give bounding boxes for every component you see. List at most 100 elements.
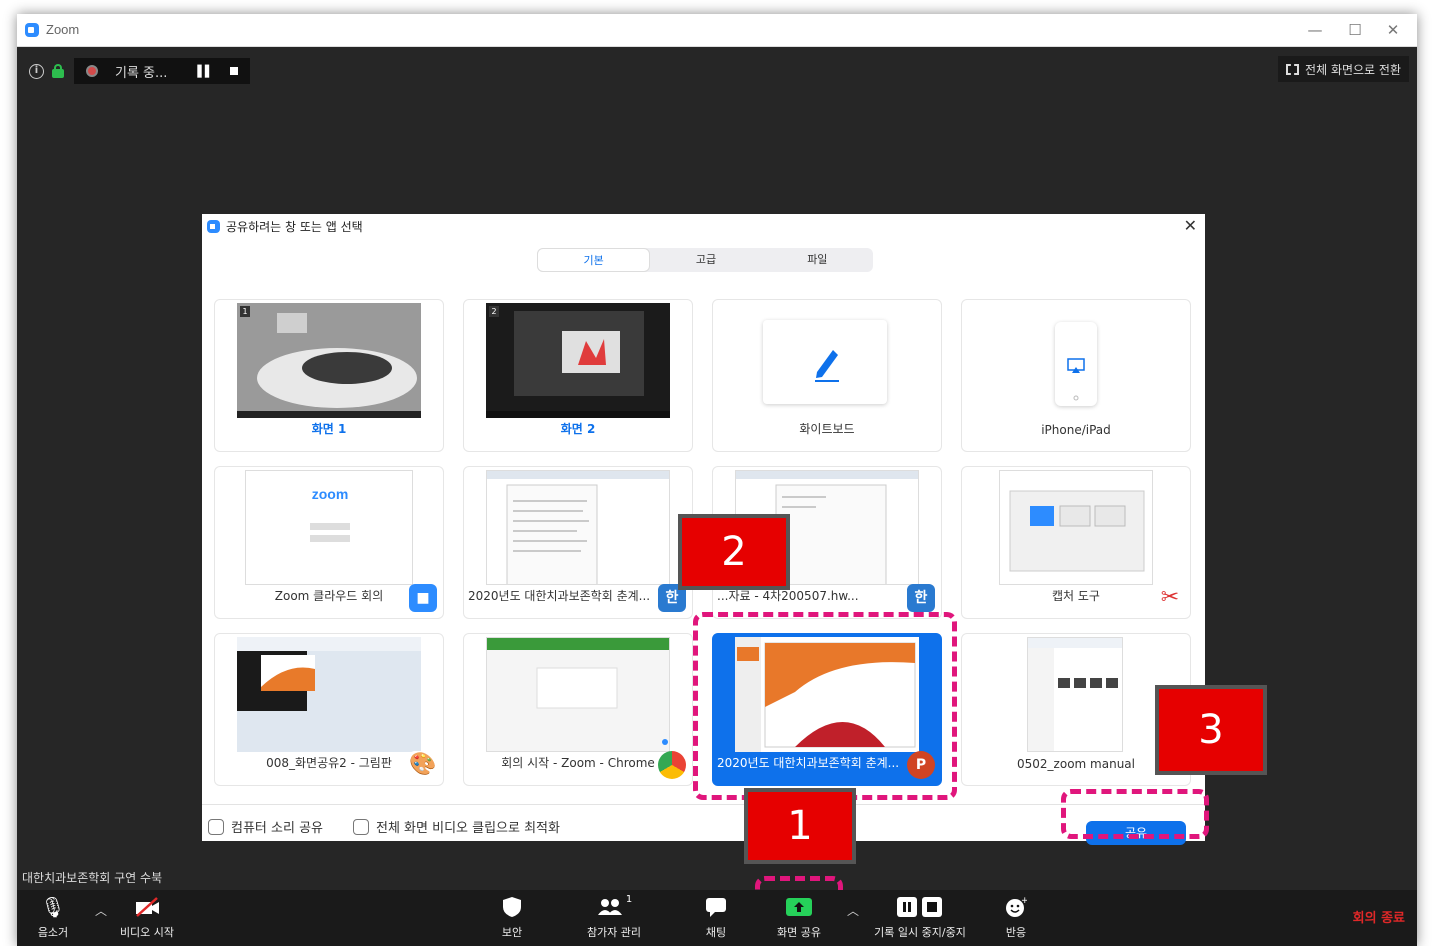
tile-label: iPhone/iPad <box>1041 423 1111 437</box>
tile-label: 화면 2 <box>560 422 596 436</box>
paint-window-image <box>237 637 421 752</box>
sink-cat-image <box>237 303 421 418</box>
reactions-label: 반응 <box>1005 926 1027 939</box>
chrome-app-icon <box>658 751 686 779</box>
paint-thumbnail <box>237 637 421 752</box>
meeting-status-bar: i 기록 중... ▌▌ <box>29 58 250 84</box>
svg-text:zoom: zoom <box>312 486 349 502</box>
screen-number-badge: 1 <box>240 306 250 317</box>
optimize-video-checkbox[interactable]: 전체 화면 비디오 클립으로 최적화 <box>353 817 560 836</box>
start-video-button[interactable]: 비디오 시작 <box>115 894 179 940</box>
recording-dot-icon <box>86 65 98 77</box>
hwp-app-icon: 한 <box>907 584 935 612</box>
share-tabs: 기본 고급 파일 <box>537 248 873 272</box>
iphone-thumbnail <box>1055 322 1097 406</box>
pause-recording-icon[interactable]: ▌▌ <box>197 65 213 78</box>
share-tile-zoom-cloud[interactable]: zoom Zoom 클라우드 회의 ■ <box>214 466 444 619</box>
share-tile-whiteboard[interactable]: 화이트보드 <box>712 299 942 452</box>
tab-basic[interactable]: 기본 <box>537 248 651 272</box>
share-tile-hwp-doc-1[interactable]: 2020년도 대한치과보존학회 춘계... 한 <box>463 466 693 619</box>
security-button[interactable]: 보안 <box>495 894 529 940</box>
window-title: Zoom <box>46 22 80 37</box>
share-options-chevron-icon[interactable]: ︿ <box>847 902 859 919</box>
pause-stop-icon <box>869 894 971 920</box>
smiley-icon: + <box>1001 894 1031 920</box>
highlight-selected-window <box>693 612 957 800</box>
explorer-window-image <box>1028 638 1122 751</box>
zoom-app-icon: ■ <box>409 584 437 612</box>
share-tile-chrome[interactable]: 회의 시작 - Zoom - Chrome <box>463 633 693 786</box>
share-tile-screen-1[interactable]: 1 화면 1 <box>214 299 444 452</box>
share-tile-iphone-ipad[interactable]: iPhone/iPad <box>961 299 1191 452</box>
checkbox-icon[interactable] <box>208 818 224 835</box>
mute-button[interactable]: 🎙 음소거 <box>31 894 75 940</box>
tab-files[interactable]: 파일 <box>762 248 873 272</box>
callout-2: 2 <box>682 518 786 586</box>
info-icon[interactable]: i <box>29 63 44 79</box>
zoom-window-thumbnail: zoom <box>245 470 413 585</box>
video-off-icon <box>115 894 179 920</box>
fullscreen-button[interactable]: 전체 화면으로 전환 <box>1278 56 1409 82</box>
share-tile-screen-2[interactable]: 2 화면 2 <box>463 299 693 452</box>
tile-label: 화이트보드 <box>799 422 855 436</box>
folder-thumbnail <box>1027 637 1123 752</box>
lock-icon[interactable] <box>52 64 64 78</box>
kacd-slide-image <box>486 303 670 418</box>
share-audio-checkbox[interactable]: 컴퓨터 소리 공유 <box>208 817 323 836</box>
tab-advanced[interactable]: 고급 <box>650 248 761 272</box>
callout-3: 3 <box>1159 689 1263 771</box>
whiteboard-thumbnail <box>763 320 887 404</box>
snipping-window-image <box>1009 490 1145 572</box>
share-tile-paint[interactable]: 008_화면공유2 - 그림판 🎨 <box>214 633 444 786</box>
tile-label: 0502_zoom manual <box>1017 757 1135 771</box>
security-label: 보안 <box>501 926 523 939</box>
svg-text:+: + <box>1021 896 1027 906</box>
fullscreen-icon <box>1286 63 1300 75</box>
participants-count: 1 <box>625 893 633 905</box>
chrome-window-image <box>487 638 669 751</box>
dialog-footer: 컴퓨터 소리 공유 전체 화면 비디오 클립으로 최적화 <box>202 804 1205 836</box>
pause-stop-recording-button[interactable]: 기록 일시 중지/중지 <box>869 894 971 940</box>
mute-label: 음소거 <box>37 926 69 939</box>
minimize-icon[interactable]: — <box>1297 18 1333 42</box>
share-screen-button[interactable]: 화면 공유 <box>771 894 827 940</box>
maximize-icon[interactable]: ☐ <box>1337 18 1373 42</box>
hwp-doc-thumbnail <box>486 470 670 585</box>
end-meeting-button[interactable]: 회의 종료 <box>1353 907 1405 926</box>
recording-text: 기록 중... <box>115 65 168 81</box>
close-icon[interactable]: ✕ <box>1375 18 1411 42</box>
chat-label: 채팅 <box>705 926 727 939</box>
record-label: 기록 일시 중지/중지 <box>874 926 966 939</box>
microphone-icon: 🎙 <box>40 895 66 919</box>
share-tile-snipping-tool[interactable]: 캡처 도구 ✂ <box>961 466 1191 619</box>
meeting-toolbar: 🎙 음소거 ︿ 비디오 시작 보안 1 참가자 관리 채팅 화면 공유 ︿ 기록… <box>17 890 1417 946</box>
zoom-window: Zoom — ☐ ✕ i 기록 중... ▌▌ 전체 화면으로 전환 공유하려는… <box>17 14 1417 946</box>
share-screen-label: 화면 공유 <box>777 926 821 939</box>
video-label: 비디오 시작 <box>119 926 175 939</box>
tile-label: 2020년도 대한치과보존학회 춘계... <box>468 589 651 603</box>
paint-app-icon: 🎨 <box>409 751 437 779</box>
zoom-login-image: zoom <box>310 486 350 542</box>
reactions-button[interactable]: + 반응 <box>1001 894 1031 940</box>
participants-label: 참가자 관리 <box>586 926 642 939</box>
tile-label: ...자료 - 4차200507.hw... <box>717 589 859 603</box>
stop-recording-icon[interactable] <box>230 67 239 75</box>
participants-button[interactable]: 1 참가자 관리 <box>577 894 651 940</box>
dialog-close-icon[interactable]: ✕ <box>1184 216 1197 235</box>
recording-indicator: 기록 중... ▌▌ <box>74 58 250 84</box>
chrome-thumbnail <box>486 637 670 752</box>
airplay-icon <box>1067 358 1085 401</box>
checkbox-label: 컴퓨터 소리 공유 <box>231 821 323 836</box>
audio-options-chevron-icon[interactable]: ︿ <box>95 902 107 919</box>
screen-2-thumbnail: 2 <box>486 303 670 418</box>
share-screen-icon <box>771 894 827 920</box>
snipping-tool-icon: ✂ <box>1156 584 1184 612</box>
checkbox-icon[interactable] <box>353 818 369 835</box>
meeting-name: 대한치과보존학회 구연 수북 <box>22 871 163 885</box>
title-bar: Zoom — ☐ ✕ <box>17 14 1417 47</box>
fullscreen-label: 전체 화면으로 전환 <box>1305 62 1401 77</box>
dialog-title: 공유하려는 창 또는 앱 선택 <box>226 220 363 234</box>
share-tile-folder[interactable]: 0502_zoom manual <box>961 633 1191 786</box>
chat-button[interactable]: 채팅 <box>701 894 731 940</box>
highlight-share-button <box>1061 789 1209 839</box>
